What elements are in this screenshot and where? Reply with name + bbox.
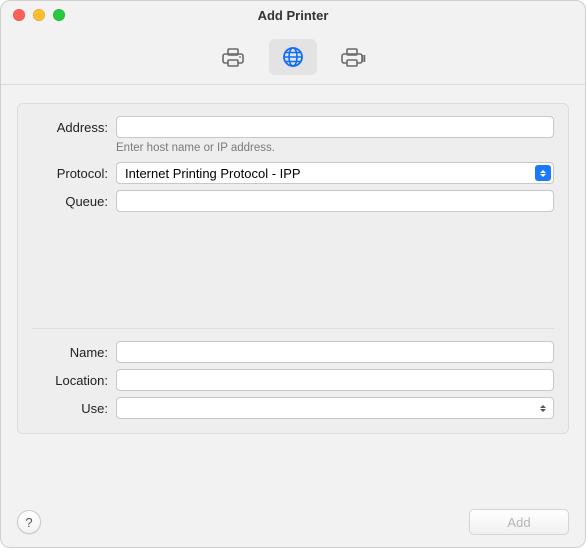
window-title: Add Printer [1,8,585,23]
protocol-label: Protocol: [32,166,116,181]
toolbar [1,30,585,85]
form-panel: Address: Enter host name or IP address. … [17,103,569,434]
tab-default[interactable] [209,39,257,75]
zoom-window-button[interactable] [53,9,65,21]
printer-advanced-icon [339,46,367,68]
help-icon: ? [25,515,32,530]
window-controls [1,9,65,21]
divider [32,328,554,329]
protocol-value: Internet Printing Protocol - IPP [125,166,301,181]
use-select[interactable] [116,397,554,419]
titlebar: Add Printer [1,1,585,30]
add-button-label: Add [507,515,530,530]
address-hint: Enter host name or IP address. [116,142,554,154]
updown-arrows-icon [535,165,551,181]
help-button[interactable]: ? [17,510,41,534]
use-label: Use: [32,401,116,416]
content-area: Address: Enter host name or IP address. … [1,85,585,434]
location-input[interactable] [116,369,554,391]
name-label: Name: [32,345,116,360]
footer: ? Add [1,497,585,547]
minimize-window-button[interactable] [33,9,45,21]
queue-label: Queue: [32,194,116,209]
add-button[interactable]: Add [469,509,569,535]
updown-arrows-icon [535,400,551,416]
tab-segmented-control [209,39,377,75]
tab-ip[interactable] [269,39,317,75]
queue-input[interactable] [116,190,554,212]
tab-windows[interactable] [329,39,377,75]
globe-icon [281,45,305,69]
location-label: Location: [32,373,116,388]
printer-icon [220,46,246,68]
name-input[interactable] [116,341,554,363]
close-window-button[interactable] [13,9,25,21]
address-label: Address: [32,120,116,135]
protocol-select[interactable]: Internet Printing Protocol - IPP [116,162,554,184]
add-printer-window: Add Printer [0,0,586,548]
address-input[interactable] [116,116,554,138]
spacer [32,218,554,328]
